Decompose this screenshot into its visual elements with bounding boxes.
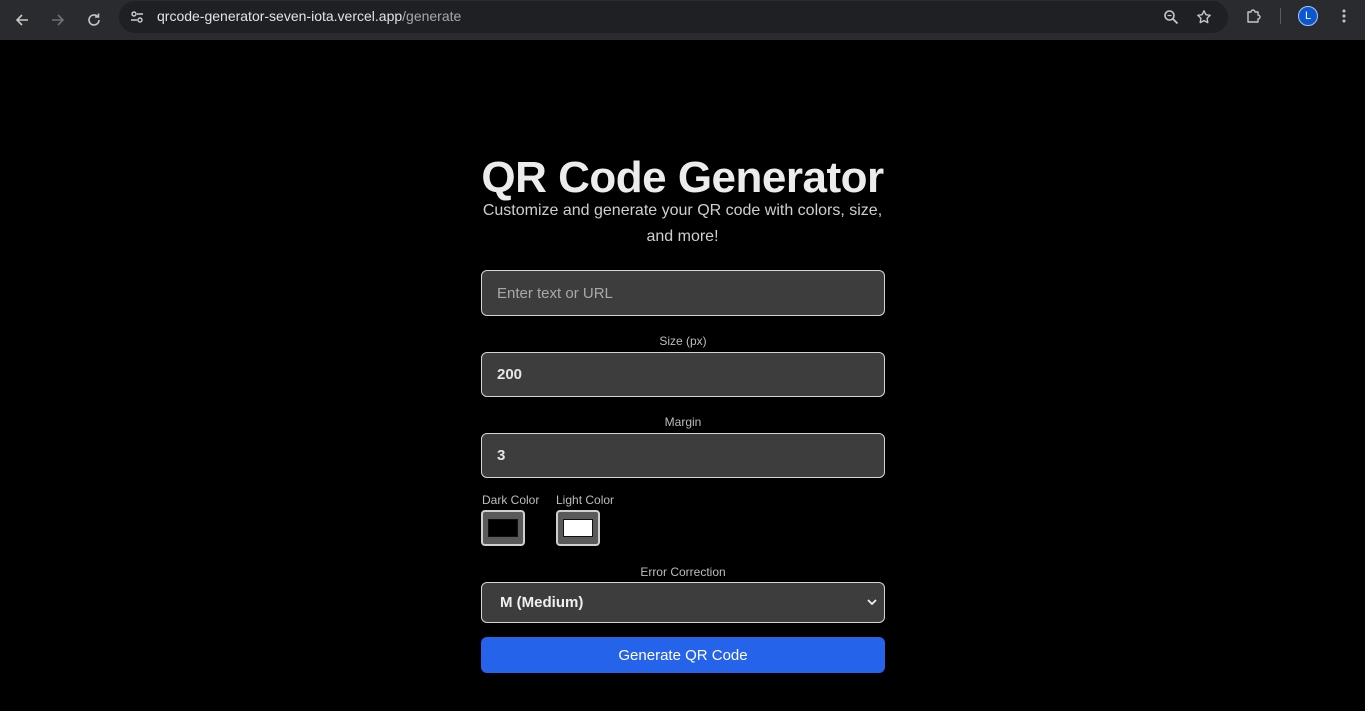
tune-icon bbox=[131, 11, 143, 23]
url-text[interactable]: qrcode-generator-seven-iota.vercel.app/g… bbox=[157, 8, 461, 24]
menu-button[interactable] bbox=[1332, 4, 1356, 28]
error-correction-value: M (Medium) bbox=[500, 594, 584, 611]
address-bar[interactable]: qrcode-generator-seven-iota.vercel.app/g… bbox=[119, 1, 1228, 33]
kebab-menu-icon bbox=[1342, 9, 1346, 23]
page-title: QR Code Generator bbox=[481, 153, 884, 202]
puzzle-icon bbox=[1247, 9, 1261, 23]
light-color-label: Light Color bbox=[556, 493, 615, 507]
browser-toolbar: qrcode-generator-seven-iota.vercel.app/g… bbox=[0, 0, 1365, 40]
zoom-icon bbox=[1164, 10, 1179, 25]
star-icon bbox=[1197, 10, 1211, 24]
error-correction-label: Error Correction bbox=[640, 565, 726, 579]
back-button[interactable] bbox=[6, 4, 38, 36]
margin-label: Margin bbox=[664, 415, 702, 429]
text-url-input[interactable] bbox=[481, 270, 885, 316]
forward-button[interactable] bbox=[42, 4, 74, 36]
zoom-button[interactable] bbox=[1159, 5, 1183, 29]
dark-color-label: Dark Color bbox=[482, 493, 540, 507]
extensions-button[interactable] bbox=[1242, 4, 1266, 28]
margin-input[interactable] bbox=[481, 433, 885, 478]
url-host: qrcode-generator-seven-iota.vercel.app bbox=[157, 8, 403, 24]
page-content: QR Code Generator Customize and generate… bbox=[0, 40, 1365, 711]
profile-avatar[interactable]: L bbox=[1298, 6, 1318, 26]
light-color-picker[interactable] bbox=[556, 510, 600, 546]
error-correction-select[interactable]: M (Medium) bbox=[481, 582, 885, 623]
arrow-left-icon bbox=[15, 14, 28, 26]
bookmark-button[interactable] bbox=[1192, 5, 1216, 29]
light-color-chip bbox=[563, 519, 593, 537]
url-path: /generate bbox=[402, 8, 462, 24]
page-subtitle: Customize and generate your QR code with… bbox=[482, 202, 883, 245]
size-input[interactable] bbox=[481, 352, 885, 397]
chevron-down-icon bbox=[867, 599, 877, 606]
reload-button[interactable] bbox=[78, 4, 110, 36]
reload-icon bbox=[88, 13, 100, 26]
dark-color-picker[interactable] bbox=[481, 510, 525, 546]
arrow-right-icon bbox=[52, 14, 65, 26]
dark-color-chip bbox=[488, 519, 518, 537]
site-info-button[interactable] bbox=[125, 5, 149, 29]
size-label: Size (px) bbox=[659, 334, 707, 348]
generate-qr-button[interactable]: Generate QR Code bbox=[481, 637, 885, 673]
toolbar-divider bbox=[1280, 8, 1281, 24]
